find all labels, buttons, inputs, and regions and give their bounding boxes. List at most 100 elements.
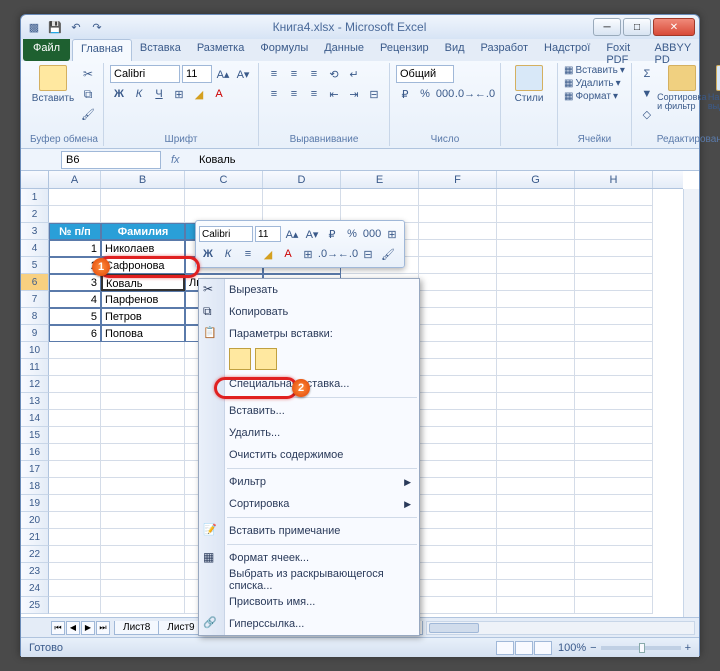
cell[interactable] — [575, 529, 653, 546]
col-header[interactable]: F — [419, 171, 497, 188]
cell[interactable]: Петров — [101, 308, 185, 325]
col-header[interactable]: A — [49, 171, 101, 188]
mini-italic-icon[interactable]: К — [219, 245, 237, 263]
cell[interactable] — [575, 240, 653, 257]
mini-percent-icon[interactable]: % — [343, 225, 361, 243]
cell[interactable] — [575, 274, 653, 291]
row-header[interactable]: 9 — [21, 325, 49, 342]
mini-painter-icon[interactable]: 🖌 — [379, 245, 397, 263]
redo-icon[interactable]: ↷ — [88, 18, 106, 36]
cell[interactable]: Фамилия — [101, 223, 185, 240]
menu-insert[interactable]: Вставить... — [199, 400, 419, 422]
cell[interactable] — [101, 427, 185, 444]
col-header[interactable]: G — [497, 171, 575, 188]
minimize-button[interactable]: ─ — [593, 18, 621, 36]
tab-layout[interactable]: Разметка — [189, 39, 253, 61]
mini-border2-icon[interactable]: ⊞ — [299, 245, 317, 263]
mini-bold-icon[interactable]: Ж — [199, 245, 217, 263]
wrap-icon[interactable]: ↵ — [345, 65, 363, 83]
cell[interactable] — [575, 376, 653, 393]
col-header[interactable]: C — [185, 171, 263, 188]
sheet-tab[interactable]: Лист8 — [114, 621, 159, 635]
font-name-input[interactable] — [110, 65, 180, 83]
cell[interactable] — [49, 461, 101, 478]
row-header[interactable]: 21 — [21, 529, 49, 546]
autosum-icon[interactable]: Σ — [638, 65, 656, 83]
mini-decdec-icon[interactable]: ←.0 — [339, 245, 357, 263]
cell[interactable] — [419, 461, 497, 478]
cell[interactable] — [575, 189, 653, 206]
scroll-thumb[interactable] — [429, 623, 479, 633]
cell[interactable] — [101, 461, 185, 478]
font-size-input[interactable] — [182, 65, 212, 83]
cells-delete-button[interactable]: ▦ Удалить ▾ — [564, 78, 625, 89]
menu-format-cells[interactable]: Формат ячеек... — [199, 547, 419, 569]
cell[interactable] — [497, 580, 575, 597]
row-header[interactable]: 4 — [21, 240, 49, 257]
cell[interactable] — [101, 444, 185, 461]
file-tab[interactable]: Файл — [23, 39, 70, 61]
row-header[interactable]: 7 — [21, 291, 49, 308]
cell[interactable] — [101, 512, 185, 529]
cell[interactable] — [419, 206, 497, 223]
styles-button[interactable]: Стили — [507, 65, 551, 104]
paste-button[interactable]: Вставить — [31, 65, 75, 104]
cell[interactable] — [575, 206, 653, 223]
col-header[interactable]: H — [575, 171, 653, 188]
mini-fontcolor-icon[interactable]: A — [279, 245, 297, 263]
cell[interactable]: 1 — [49, 240, 101, 257]
cell[interactable] — [575, 546, 653, 563]
menu-clear[interactable]: Очистить содержимое — [199, 444, 419, 466]
vertical-scrollbar[interactable] — [683, 189, 699, 617]
cell[interactable] — [419, 291, 497, 308]
tab-home[interactable]: Главная — [72, 39, 132, 61]
cell[interactable] — [497, 563, 575, 580]
menu-insert-comment[interactable]: Вставить примечание — [199, 520, 419, 542]
menu-copy[interactable]: Копировать — [199, 301, 419, 323]
cell[interactable] — [497, 308, 575, 325]
cell[interactable] — [497, 206, 575, 223]
cell[interactable] — [419, 257, 497, 274]
row-header[interactable]: 11 — [21, 359, 49, 376]
cell[interactable] — [263, 189, 341, 206]
sheet-tab[interactable]: Лист9 — [158, 621, 203, 635]
comma-icon[interactable]: 000 — [436, 85, 454, 103]
row-header[interactable]: 1 — [21, 189, 49, 206]
cell[interactable] — [575, 257, 653, 274]
cell[interactable]: Сафронова — [101, 257, 185, 274]
tab-nav-prev[interactable]: ◀ — [66, 621, 80, 635]
tab-nav-first[interactable]: ⏮ — [51, 621, 65, 635]
zoom-out-icon[interactable]: − — [590, 642, 596, 654]
cell[interactable] — [49, 563, 101, 580]
cell[interactable] — [101, 359, 185, 376]
cell[interactable] — [575, 580, 653, 597]
cell[interactable] — [101, 393, 185, 410]
paste-option-icon[interactable] — [229, 348, 251, 370]
tab-developer[interactable]: Разработ — [473, 39, 536, 61]
menu-delete[interactable]: Удалить... — [199, 422, 419, 444]
cell[interactable] — [419, 580, 497, 597]
mini-border-icon[interactable]: ⊞ — [383, 225, 401, 243]
cell[interactable] — [497, 529, 575, 546]
cells-insert-button[interactable]: ▦ Вставить ▾ — [564, 65, 625, 76]
cell[interactable] — [419, 342, 497, 359]
cell[interactable] — [575, 478, 653, 495]
col-header[interactable]: B — [101, 171, 185, 188]
cell[interactable] — [419, 512, 497, 529]
close-button[interactable]: ✕ — [653, 18, 695, 36]
cell[interactable] — [341, 189, 419, 206]
grow-font-icon[interactable]: A▴ — [214, 65, 232, 83]
cell[interactable]: 4 — [49, 291, 101, 308]
cell[interactable] — [497, 461, 575, 478]
tab-insert[interactable]: Вставка — [132, 39, 189, 61]
cell[interactable] — [101, 597, 185, 614]
cell[interactable] — [575, 512, 653, 529]
cell[interactable] — [497, 359, 575, 376]
cell[interactable] — [49, 597, 101, 614]
cell[interactable] — [49, 478, 101, 495]
cell[interactable] — [419, 325, 497, 342]
cell[interactable] — [419, 563, 497, 580]
tab-formulas[interactable]: Формулы — [252, 39, 316, 61]
undo-icon[interactable]: ↶ — [67, 18, 85, 36]
cell[interactable]: 5 — [49, 308, 101, 325]
